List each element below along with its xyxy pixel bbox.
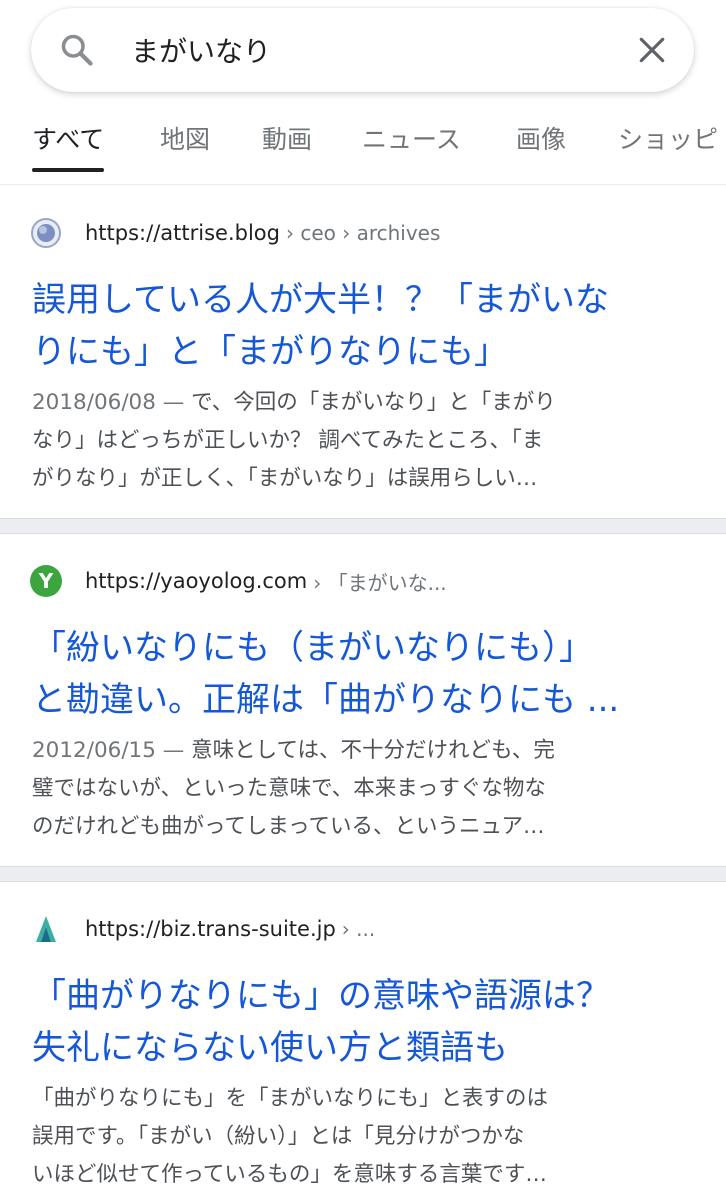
tab-all[interactable]: すべて <box>32 118 105 172</box>
search-icon[interactable] <box>59 32 95 68</box>
globe-icon <box>30 217 62 249</box>
tab-maps[interactable]: 地図 <box>160 118 210 172</box>
search-result: https://attrise.blog › ceo › archives 誤用… <box>0 186 726 518</box>
search-result: https://biz.trans-suite.jp › ... 「曲がりなりに… <box>0 882 726 1200</box>
close-icon[interactable] <box>636 34 668 66</box>
result-site-row[interactable]: https://biz.trans-suite.jp › ... <box>30 911 375 947</box>
result-breadcrumb: › ceo › archives <box>285 221 441 245</box>
snippet-line: がりなり」が正しく、「まがいなり」は誤用らしい… <box>32 466 538 491</box>
result-title-link[interactable]: 「曲がりなりにも」の意味や語源は？ 失礼にならない使い方と類語も <box>32 970 702 1074</box>
tab-shopping[interactable]: ショッピ <box>618 118 718 172</box>
result-date: 2012/06/15 — <box>32 738 185 763</box>
search-header: すべて 地図 動画 ニュース 画像 ショッピ <box>0 0 726 185</box>
result-title-line: りにも」と「まがりなりにも」 <box>32 332 508 372</box>
result-snippet: 2012/06/15 — 意味としては、不十分だけれども、完 璧ではないが、とい… <box>32 732 696 846</box>
search-box[interactable] <box>31 8 694 92</box>
result-site-row[interactable]: Y https://yaoyolog.com › 「まがいな... <box>30 563 447 599</box>
result-breadcrumb: › 「まがいな... <box>313 570 447 595</box>
favicon-letter: Y <box>38 569 54 593</box>
header-divider <box>0 184 726 185</box>
result-title-line: 「曲がりなりにも」の意味や語源は？ <box>32 976 610 1016</box>
tab-videos[interactable]: 動画 <box>262 118 312 172</box>
snippet-line: のだけれども曲がってしまっている、というニュア… <box>32 814 545 839</box>
result-title-line: 誤用している人が大半！？「まがいな <box>32 280 609 320</box>
result-title-line: 失礼にならない使い方と類語も <box>32 1028 508 1068</box>
snippet-line: で、今回の「まがいなり」と「まがり <box>191 390 556 415</box>
snippet-line: いほど似せて作っているもの」を意味する言葉です… <box>32 1162 547 1187</box>
result-separator <box>0 866 726 882</box>
yaoyolog-logo-icon: Y <box>30 565 62 597</box>
tab-news[interactable]: ニュース <box>362 118 461 172</box>
search-tabs: すべて 地図 動画 ニュース 画像 ショッピ <box>0 118 726 172</box>
snippet-line: 「曲がりなりにも」を「まがいなりにも」と表すのは <box>32 1086 549 1111</box>
tab-images[interactable]: 画像 <box>516 118 566 172</box>
result-snippet: 「曲がりなりにも」を「まがいなりにも」と表すのは 誤用です。「まがい（紛い）」と… <box>32 1080 696 1194</box>
search-result: Y https://yaoyolog.com › 「まがいな... 「紛いなりに… <box>0 534 726 866</box>
result-separator <box>0 518 726 534</box>
result-url: https://yaoyolog.com <box>85 569 308 593</box>
result-url: https://biz.trans-suite.jp <box>85 917 336 941</box>
trans-suite-logo-icon <box>30 913 62 945</box>
result-title-line: と勘違い。正解は「曲がりなりにも ... <box>32 680 620 720</box>
result-snippet: 2018/06/08 — で、今回の「まがいなり」と「まがり なり」はどっちが正… <box>32 384 696 498</box>
snippet-line: 誤用です。「まがい（紛い）」とは「見分けがつかな <box>32 1124 525 1149</box>
snippet-line: 意味としては、不十分だけれども、完 <box>191 738 555 763</box>
result-site-row[interactable]: https://attrise.blog › ceo › archives <box>30 215 440 251</box>
result-breadcrumb: › ... <box>341 917 376 941</box>
search-input[interactable] <box>131 26 611 74</box>
snippet-line: なり」はどっちが正しいか？ 調べてみたところ、「ま <box>32 428 544 453</box>
result-title-link[interactable]: 「紛いなりにも（まがいなりにも）」 と勘違い。正解は「曲がりなりにも ... <box>32 622 702 726</box>
result-title-link[interactable]: 誤用している人が大半！？「まがいな りにも」と「まがりなりにも」 <box>32 274 702 378</box>
result-url: https://attrise.blog <box>85 221 280 245</box>
result-date: 2018/06/08 — <box>32 390 185 415</box>
snippet-line: 璧ではないが、といった意味で、本来まっすぐな物な <box>32 776 546 801</box>
result-title-line: 「紛いなりにも（まがいなりにも）」 <box>32 628 593 668</box>
